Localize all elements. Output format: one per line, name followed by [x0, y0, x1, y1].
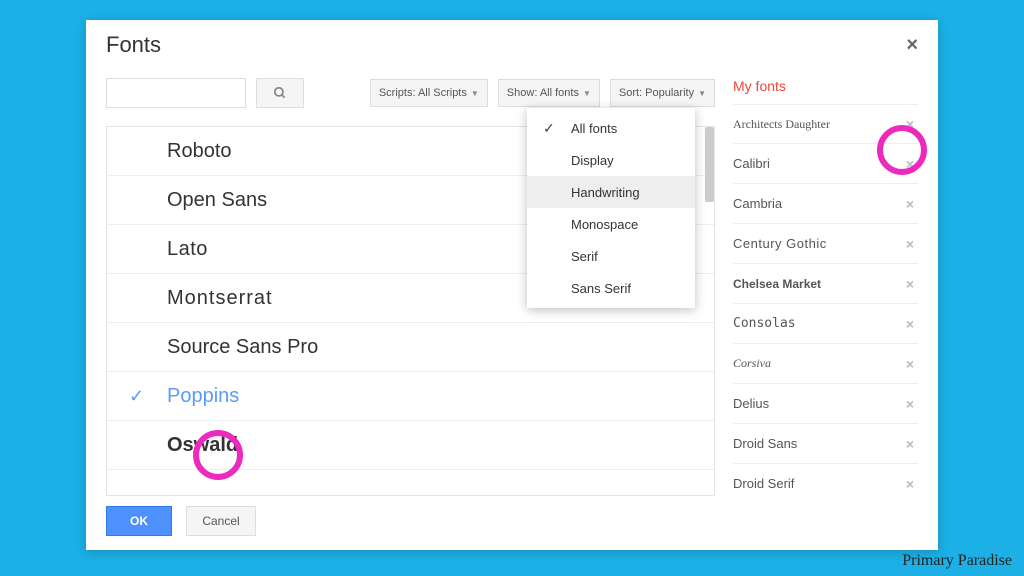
- myfont-row-chelsea-market[interactable]: Chelsea Market ×: [733, 264, 918, 304]
- remove-icon[interactable]: ×: [902, 156, 918, 172]
- remove-icon[interactable]: ×: [902, 116, 918, 132]
- dialog-header: Fonts ×: [86, 20, 938, 66]
- scrollbar-thumb[interactable]: [705, 127, 714, 202]
- font-row-poppins[interactable]: ✓ Poppins: [107, 372, 714, 421]
- myfont-label: Cambria: [733, 196, 782, 211]
- my-fonts-title: My fonts: [733, 78, 918, 94]
- right-column: My fonts Architects Daughter×Calibri×Cam…: [733, 78, 918, 496]
- dropdown-item-label: Handwriting: [571, 185, 640, 200]
- myfont-row-consolas[interactable]: Consolas ×: [733, 304, 918, 344]
- close-icon[interactable]: ×: [906, 34, 918, 57]
- show-dropdown: ✓ All fonts Display Handwriting Monospace Ser…: [527, 108, 695, 308]
- dropdown-item-display[interactable]: Display: [527, 144, 695, 176]
- font-name-label: Open Sans: [167, 189, 267, 212]
- remove-icon[interactable]: ×: [902, 196, 918, 212]
- font-name-label: Oswald: [167, 434, 238, 457]
- dropdown-item-label: All fonts: [571, 121, 617, 136]
- myfont-label: Chelsea Market: [733, 277, 821, 291]
- myfont-label: Century Gothic: [733, 236, 827, 251]
- cancel-button[interactable]: Cancel: [186, 506, 256, 536]
- font-name-label: Roboto: [167, 140, 232, 163]
- chevron-down-icon: ▼: [583, 89, 591, 98]
- remove-icon[interactable]: ×: [902, 436, 918, 452]
- myfont-row-droid-sans[interactable]: Droid Sans ×: [733, 424, 918, 464]
- show-filter[interactable]: Show: All fonts ▼: [498, 79, 600, 107]
- check-icon: ✓: [543, 120, 555, 137]
- chevron-down-icon: ▼: [471, 89, 479, 98]
- left-column: Scripts: All Scripts ▼ Show: All fonts ▼…: [106, 78, 715, 496]
- dropdown-item-all-fonts[interactable]: ✓ All fonts: [527, 112, 695, 144]
- scripts-filter[interactable]: Scripts: All Scripts ▼: [370, 79, 488, 107]
- myfont-label: Delius: [733, 396, 769, 411]
- myfont-row-century-gothic[interactable]: Century Gothic ×: [733, 224, 918, 264]
- myfont-row-delius[interactable]: Delius ×: [733, 384, 918, 424]
- remove-icon[interactable]: ×: [902, 316, 918, 332]
- ok-button[interactable]: OK: [106, 506, 172, 536]
- myfont-label: Consolas: [733, 316, 796, 331]
- dropdown-item-label: Display: [571, 153, 614, 168]
- search-input[interactable]: [106, 78, 246, 108]
- sort-filter-label: Sort: Popularity: [619, 87, 694, 99]
- myfont-label: Architects Daughter: [733, 117, 830, 132]
- dropdown-item-label: Serif: [571, 249, 598, 264]
- sort-filter[interactable]: Sort: Popularity ▼: [610, 79, 715, 107]
- remove-icon[interactable]: ×: [902, 276, 918, 292]
- font-row-oswald[interactable]: Oswald: [107, 421, 714, 470]
- check-icon: ✓: [129, 386, 144, 407]
- remove-icon[interactable]: ×: [902, 356, 918, 372]
- dropdown-item-monospace[interactable]: Monospace: [527, 208, 695, 240]
- scripts-filter-label: Scripts: All Scripts: [379, 87, 467, 99]
- search-button[interactable]: [256, 78, 304, 108]
- chevron-down-icon: ▼: [698, 89, 706, 98]
- remove-icon[interactable]: ×: [902, 476, 918, 492]
- dropdown-item-sans-serif[interactable]: Sans Serif: [527, 272, 695, 304]
- myfont-label: Corsiva: [733, 356, 771, 371]
- myfont-row-droid-serif[interactable]: Droid Serif ×: [733, 464, 918, 496]
- dialog-footer: OK Cancel: [86, 496, 938, 550]
- controls-row: Scripts: All Scripts ▼ Show: All fonts ▼…: [106, 78, 715, 108]
- font-name-label: Source Sans Pro: [167, 336, 318, 359]
- remove-icon[interactable]: ×: [902, 396, 918, 412]
- myfont-row-cambria[interactable]: Cambria ×: [733, 184, 918, 224]
- myfont-row-calibri[interactable]: Calibri ×: [733, 144, 918, 184]
- watermark: Primary Paradise: [902, 552, 1012, 570]
- myfont-label: Droid Serif: [733, 476, 794, 491]
- dropdown-item-label: Sans Serif: [571, 281, 631, 296]
- font-name-label: Poppins: [167, 385, 239, 408]
- fonts-dialog: Fonts × Scripts: All Scripts ▼ Show: All…: [86, 20, 938, 550]
- remove-icon[interactable]: ×: [902, 236, 918, 252]
- dropdown-item-serif[interactable]: Serif: [527, 240, 695, 272]
- search-icon: [273, 86, 287, 100]
- myfont-row-architects-daughter[interactable]: Architects Daughter ×: [733, 104, 918, 144]
- my-fonts-list: Architects Daughter×Calibri×Cambria×Cent…: [733, 104, 918, 496]
- myfont-row-corsiva[interactable]: Corsiva ×: [733, 344, 918, 384]
- dialog-body: Scripts: All Scripts ▼ Show: All fonts ▼…: [86, 66, 938, 496]
- font-row-source-sans-pro[interactable]: Source Sans Pro: [107, 323, 714, 372]
- font-name-label: Montserrat: [167, 287, 273, 310]
- myfont-label: Calibri: [733, 156, 770, 171]
- dropdown-item-handwriting[interactable]: Handwriting: [527, 176, 695, 208]
- dropdown-item-label: Monospace: [571, 217, 638, 232]
- myfont-label: Droid Sans: [733, 436, 797, 451]
- font-name-label: Lato: [167, 238, 208, 261]
- dialog-title: Fonts: [106, 32, 161, 58]
- show-filter-label: Show: All fonts: [507, 87, 579, 99]
